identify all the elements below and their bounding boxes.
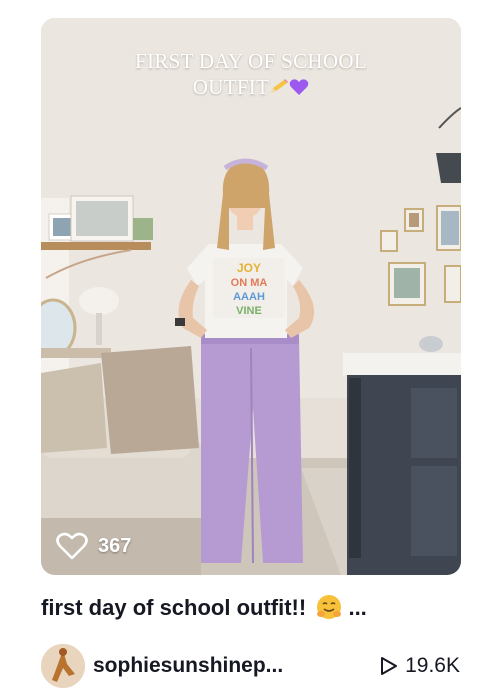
shirt-text-line-4: VINE — [236, 305, 262, 317]
view-count: 19.6K — [405, 654, 460, 677]
shirt-text-line-3: AAAH — [233, 291, 265, 303]
like-count: 367 — [98, 534, 132, 557]
overlay-line-2: OUTFIT — [192, 75, 270, 99]
avatar[interactable] — [41, 644, 85, 688]
hugging-face-emoji-icon — [317, 595, 342, 619]
caption-ellipsis: ... — [348, 595, 367, 620]
post-footer: sophiesunshinep... 19.6K — [41, 644, 466, 688]
video-thumbnail-image: JOY ON MA AAAH VINE — [41, 18, 461, 575]
caption-text: first day of school outfit!! — [41, 595, 313, 620]
shirt-text-line-2: ON MA — [231, 277, 268, 289]
shirt-text-line-1: JOY — [237, 261, 261, 275]
like-count-indicator: 367 — [56, 532, 131, 560]
video-overlay-caption: FIRST DAY OF SCHOOL OUTFIT — [41, 48, 461, 100]
view-count-indicator: 19.6K — [377, 654, 460, 678]
overlay-line-1: FIRST DAY OF SCHOOL — [135, 49, 367, 73]
play-outline-icon — [381, 657, 398, 675]
post-caption[interactable]: first day of school outfit!! ... — [41, 594, 471, 621]
video-thumbnail-card[interactable]: JOY ON MA AAAH VINE FIRST DAY OF SCHOOL … — [41, 18, 461, 575]
heart-outline-icon — [56, 532, 88, 560]
username-link[interactable]: sophiesunshinep... — [93, 654, 283, 678]
pencil-emoji-icon — [271, 79, 289, 93]
purple-heart-emoji-icon — [289, 79, 309, 95]
avatar-image — [41, 644, 85, 688]
